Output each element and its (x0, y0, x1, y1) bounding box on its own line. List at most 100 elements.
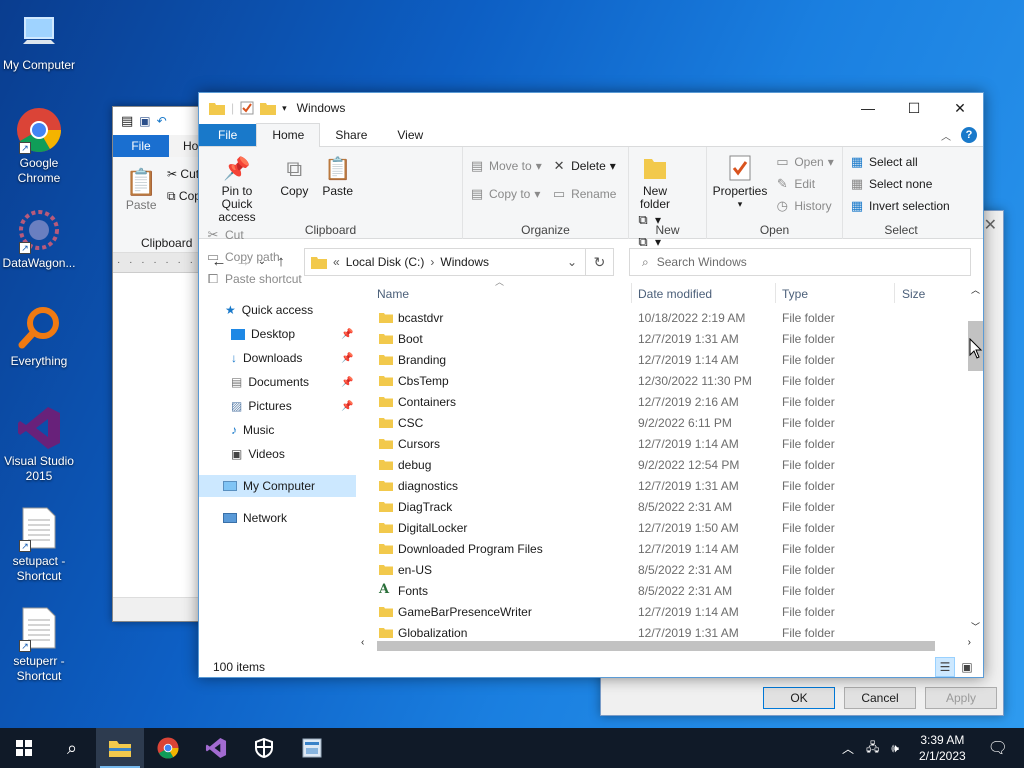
table-row[interactable]: DigitalLocker 12/7/2019 1:50 AM File folde… (369, 517, 969, 538)
nav-my-computer[interactable]: My Computer (199, 475, 356, 497)
table-row[interactable]: Containers 12/7/2019 2:16 AM File folder (369, 391, 969, 412)
invert-selection-button[interactable]: ▦ Invert selection (849, 197, 950, 215)
breadcrumb-drive[interactable]: Local Disk (C:) (346, 255, 425, 269)
table-row[interactable]: CbsTemp 12/30/2022 11:30 PM File folder (369, 370, 969, 391)
pin-to-quick-access-button[interactable]: 📌 Pin to Quick access (205, 151, 269, 224)
table-row[interactable]: A Fonts 8/5/2022 2:31 AM File folder (369, 580, 969, 601)
tab-home[interactable]: Ho (169, 135, 198, 157)
save-icon[interactable]: ▣ (139, 114, 150, 128)
taskbar-file-explorer[interactable] (96, 728, 144, 768)
column-header-type[interactable]: Type (782, 287, 808, 301)
nav-documents[interactable]: ▤ Documents 📌 (231, 371, 389, 393)
table-row[interactable]: en-US 8/5/2022 2:31 AM File folder (369, 559, 969, 580)
properties-check-icon[interactable] (240, 101, 254, 115)
desktop-icon-setupact[interactable]: ↗ setupact - Shortcut (0, 504, 78, 584)
table-row[interactable]: GameBarPresenceWriter 12/7/2019 1:14 AM Fi… (369, 601, 969, 622)
clock[interactable]: 3:39 AM 2/1/2023 (905, 732, 980, 764)
scroll-up-icon[interactable]: ︿ (968, 283, 983, 296)
desktop-icon-visual-studio[interactable]: Visual Studio 2015 (0, 404, 78, 484)
tab-file[interactable]: File (199, 124, 257, 146)
scrollbar-thumb[interactable] (377, 641, 935, 651)
select-all-button[interactable]: ▦ Select all (849, 153, 950, 171)
desktop-icon-google-chrome[interactable]: ↗ Google Chrome (0, 106, 78, 186)
copy-to-button[interactable]: ▤ Copy to ▾ (469, 185, 542, 203)
cancel-button[interactable]: Cancel (844, 687, 916, 709)
start-button[interactable] (0, 728, 48, 768)
column-divider[interactable] (894, 283, 895, 303)
move-to-button[interactable]: ▤ Move to ▾ (469, 157, 542, 175)
taskbar-security[interactable] (240, 728, 288, 768)
table-row[interactable]: bcastdvr 10/18/2022 2:19 AM File folder (369, 307, 969, 328)
ok-button[interactable]: OK (763, 687, 835, 709)
horizontal-scrollbar[interactable]: ‹ › (361, 637, 971, 653)
column-header-size[interactable]: Size (902, 287, 925, 301)
scroll-left-icon[interactable]: ‹ (361, 637, 364, 648)
properties-button[interactable]: Properties ▾ (713, 151, 767, 211)
copy-button[interactable]: ⧉ Cop (167, 189, 201, 204)
scroll-down-icon[interactable]: ﹀ (968, 620, 983, 633)
title-bar[interactable]: | ▾ Windows — ☐ ✕ (199, 93, 983, 123)
show-hidden-icons-icon[interactable]: ︿ (836, 740, 860, 757)
nav-videos[interactable]: ▣ Videos (231, 443, 285, 465)
paste-button[interactable]: 📋 Paste (125, 167, 157, 212)
pin-icon[interactable]: 📌 (341, 377, 353, 388)
breadcrumb-folder[interactable]: Windows (440, 255, 489, 269)
column-divider[interactable] (775, 283, 776, 303)
nav-pictures[interactable]: ▨ Pictures 📌 (231, 395, 389, 417)
qat-dropdown-icon[interactable]: ▾ (282, 103, 287, 114)
minimize-button[interactable]: — (845, 93, 891, 123)
desktop-icon-datawagon[interactable]: ↗ DataWagon... (0, 206, 78, 271)
column-header-date[interactable]: Date modified (638, 287, 712, 301)
select-none-button[interactable]: ▦ Select none (849, 175, 950, 193)
apply-button[interactable]: Apply (925, 687, 997, 709)
tab-share[interactable]: Share (320, 124, 382, 146)
search-input[interactable]: Search Windows (657, 255, 747, 269)
breadcrumb-overflow[interactable]: « (333, 255, 340, 269)
taskbar-chrome[interactable] (144, 728, 192, 768)
new-folder-button[interactable]: New folder (635, 151, 675, 211)
pin-icon[interactable]: 📌 (341, 401, 353, 412)
recent-locations-icon[interactable]: ⌄ (255, 256, 269, 267)
nav-downloads[interactable]: ↓ Downloads 📌 (231, 347, 389, 369)
nav-quick-access[interactable]: ★ Quick access (225, 299, 313, 321)
cut-button[interactable]: ✂ Cut (167, 167, 199, 181)
breadcrumb-separator[interactable]: › (430, 255, 434, 269)
chevron-up-icon[interactable]: ︿ (941, 128, 951, 143)
history-button[interactable]: ◷ History (774, 197, 833, 215)
table-row[interactable]: CSC 9/2/2022 6:11 PM File folder (369, 412, 969, 433)
details-view-icon[interactable]: ☰ (935, 657, 955, 677)
volume-icon[interactable]: 🕪 (885, 741, 905, 756)
new-folder-icon[interactable] (260, 101, 277, 115)
pin-icon[interactable]: 📌 (341, 329, 353, 340)
chevron-down-icon[interactable]: ⌄ (567, 255, 577, 269)
column-divider[interactable] (631, 283, 632, 303)
table-row[interactable]: Downloaded Program Files 12/7/2019 1:14 A… (369, 538, 969, 559)
taskbar-visual-studio[interactable] (192, 728, 240, 768)
pin-icon[interactable]: 📌 (341, 353, 353, 364)
tab-file[interactable]: File (113, 135, 169, 157)
address-bar[interactable]: « Local Disk (C:) › Windows ⌄ (304, 248, 586, 276)
large-icons-view-icon[interactable]: ▣ (957, 657, 977, 677)
refresh-button[interactable]: ↻ (586, 248, 614, 276)
nav-network[interactable]: Network (223, 507, 287, 529)
rename-button[interactable]: ▭ Rename (551, 185, 617, 203)
notifications-icon[interactable]: 🗨 (980, 738, 1024, 758)
table-row[interactable]: debug 9/2/2022 12:54 PM File folder (369, 454, 969, 475)
open-button[interactable]: ▭ Open ▾ (774, 153, 834, 171)
scroll-right-icon[interactable]: › (968, 637, 971, 648)
table-row[interactable]: Branding 12/7/2019 1:14 AM File folder (369, 349, 969, 370)
copy-button[interactable]: ⧉ Copy (276, 151, 312, 198)
table-row[interactable]: diagnostics 12/7/2019 1:31 AM File folder (369, 475, 969, 496)
undo-icon[interactable]: ↶ (157, 114, 167, 128)
table-row[interactable]: DiagTrack 8/5/2022 2:31 AM File folder (369, 496, 969, 517)
search-box[interactable]: ⌕ Search Windows (629, 248, 971, 276)
paste-button[interactable]: 📋 Paste (320, 151, 356, 198)
forward-arrow-icon[interactable]: → (231, 253, 255, 270)
delete-button[interactable]: ✕ Delete ▾ (551, 157, 616, 175)
help-icon[interactable]: ? (961, 127, 977, 143)
desktop-icon-setuperr[interactable]: ↗ setuperr - Shortcut (0, 604, 78, 684)
tab-home[interactable]: Home (256, 123, 321, 147)
nav-desktop[interactable]: Desktop 📌 (231, 323, 389, 345)
close-icon[interactable]: ✕ (984, 215, 997, 235)
search-button[interactable]: ⌕ (48, 728, 96, 768)
